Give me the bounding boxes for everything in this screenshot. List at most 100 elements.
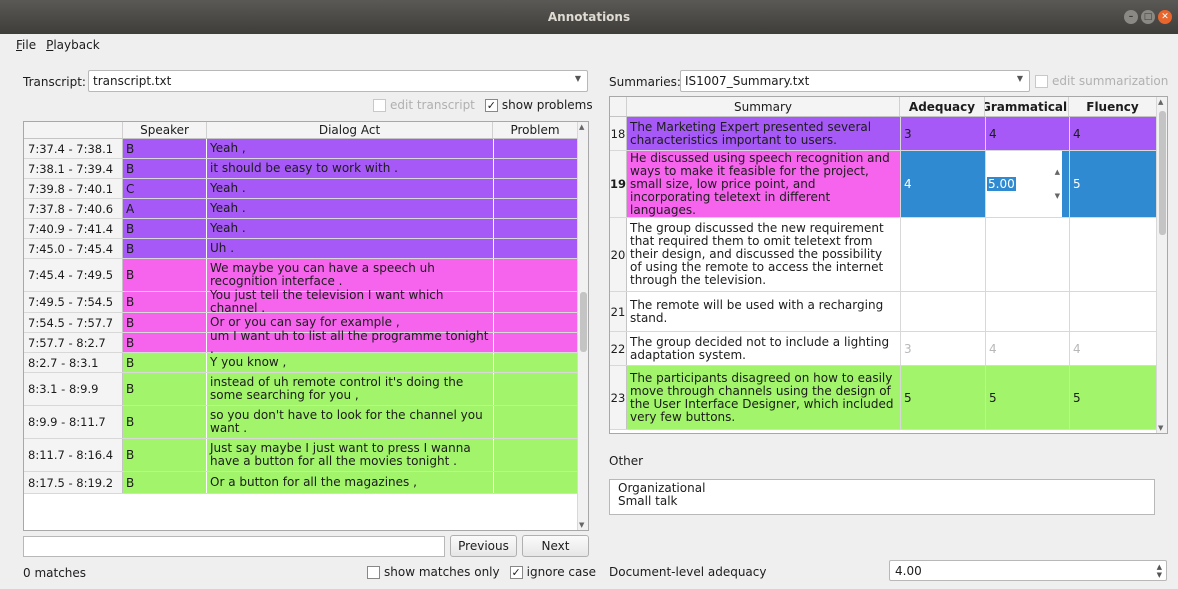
fluency-cell[interactable]: 4 (1069, 332, 1157, 365)
speaker-cell[interactable]: B (123, 292, 207, 312)
fluency-cell[interactable] (1069, 218, 1157, 291)
table-row[interactable]: 7:39.8 - 7:40.1 C Yeah . (24, 179, 578, 199)
other-textbox[interactable]: Organizational Small talk (609, 479, 1155, 515)
table-row[interactable]: 7:57.7 - 8:2.7 Bum I want uh to list all … (24, 329, 578, 355)
problem-cell[interactable] (493, 313, 578, 332)
speaker-cell[interactable]: B (123, 139, 207, 158)
dialog-act-cell[interactable]: Uh . (207, 239, 493, 258)
dialog-act-cell[interactable]: Yeah . (207, 179, 493, 198)
table-row[interactable]: 20 The group discussed the new requiremen… (610, 218, 1157, 292)
dialog-act-cell[interactable]: Yeah . (207, 199, 493, 218)
table-row[interactable]: 7:49.5 - 7:54.5 B You just tell the televi… (24, 289, 578, 315)
problem-cell[interactable] (493, 472, 578, 493)
dialog-act-cell[interactable]: Y you know , (207, 353, 493, 372)
scroll-down-icon[interactable]: ▼ (1158, 424, 1163, 432)
summary-cell[interactable]: The group decided not to include a light… (627, 332, 900, 365)
problem-cell[interactable] (493, 292, 578, 312)
column-header-problem[interactable]: Problem (493, 122, 578, 138)
scroll-up-icon[interactable]: ▲ (1158, 98, 1163, 106)
table-row[interactable]: 7:40.9 - 7:41.4 B Yeah . (24, 219, 578, 239)
column-header-speaker[interactable]: Speaker (123, 122, 207, 138)
grammaticality-cell[interactable]: 5 (985, 366, 1069, 429)
table-row[interactable]: 8:17.5 - 8:19.2 B Or a button for all the … (24, 472, 578, 494)
fluency-cell[interactable]: 5 (1069, 366, 1157, 429)
grammaticality-spin-editor[interactable]: 5.00 ▲ ▼ (986, 151, 1062, 217)
speaker-cell[interactable]: B (123, 373, 207, 405)
scroll-thumb[interactable] (1159, 111, 1166, 235)
spin-arrows-icon[interactable]: ▲ ▼ (1055, 168, 1060, 200)
menu-file[interactable]: File (16, 38, 36, 52)
dialog-act-cell[interactable]: so you don't have to look for the channe… (207, 406, 493, 438)
dialog-act-cell[interactable]: Yeah , (207, 139, 493, 158)
table-row[interactable]: 21 The remote will be used with a recharg… (610, 292, 1157, 332)
speaker-cell[interactable]: B (123, 159, 207, 178)
problem-cell[interactable] (493, 439, 578, 471)
summary-cell[interactable]: The group discussed the new requirement … (627, 218, 900, 291)
speaker-cell[interactable]: B (123, 313, 207, 332)
table-row[interactable]: 22 The group decided not to include a lig… (610, 332, 1157, 366)
dialog-act-cell[interactable]: Just say maybe I just want to press I wa… (207, 439, 493, 471)
scroll-thumb[interactable] (580, 292, 587, 352)
problem-cell[interactable] (493, 406, 578, 438)
summary-cell[interactable]: The Marketing Expert presented several c… (627, 117, 900, 150)
problem-cell[interactable] (493, 159, 578, 178)
summaries-table[interactable]: Summary Adequacy Grammaticality Fluency … (609, 96, 1168, 434)
speaker-cell[interactable]: B (123, 239, 207, 258)
speaker-cell[interactable]: B (123, 333, 207, 352)
show-problems-checkbox[interactable]: ✓ show problems (484, 98, 593, 112)
edit-transcript-checkbox[interactable]: edit transcript (373, 98, 475, 112)
adequacy-cell[interactable] (900, 292, 985, 331)
summaries-scrollbar[interactable]: ▲ ▼ (1156, 97, 1167, 433)
grammaticality-cell[interactable]: 4 (985, 117, 1069, 150)
maximize-icon[interactable]: □ (1141, 10, 1155, 24)
dialog-act-cell[interactable]: Or a button for all the magazines , (207, 472, 493, 493)
column-header-dialog-act[interactable]: Dialog Act (207, 122, 493, 138)
problem-cell[interactable] (493, 139, 578, 158)
adequacy-cell[interactable] (900, 218, 985, 291)
table-row[interactable]: 18 The Marketing Expert presented several… (610, 117, 1157, 151)
adequacy-cell[interactable]: 5 (900, 366, 985, 429)
scroll-down-icon[interactable]: ▼ (579, 521, 584, 529)
next-button[interactable]: Next (522, 535, 589, 557)
summary-cell[interactable]: He discussed using speech recognition an… (627, 151, 900, 217)
dialog-act-cell[interactable]: Yeah . (207, 219, 493, 238)
table-row[interactable]: 8:3.1 - 8:9.9 Binstead of uh remote contr… (24, 373, 578, 406)
dialog-act-cell[interactable]: um I want uh to list all the programme t… (207, 329, 493, 355)
fluency-cell[interactable]: 4 (1069, 117, 1157, 150)
edit-summarization-checkbox[interactable]: edit summarization (1035, 74, 1168, 88)
problem-cell[interactable] (493, 239, 578, 258)
adequacy-cell[interactable]: 3 (900, 117, 985, 150)
problem-cell[interactable] (493, 353, 578, 372)
column-header-fluency[interactable]: Fluency (1069, 97, 1157, 116)
ignore-case-checkbox[interactable]: ✓ ignore case (509, 565, 596, 579)
speaker-cell[interactable]: A (123, 199, 207, 218)
speaker-cell[interactable]: B (123, 219, 207, 238)
show-matches-only-checkbox[interactable]: show matches only (367, 565, 500, 579)
problem-cell[interactable] (493, 373, 578, 405)
grammaticality-cell[interactable] (985, 218, 1069, 291)
speaker-cell[interactable]: B (123, 353, 207, 372)
table-row[interactable]: 8:2.7 - 8:3.1 B Y you know , (24, 353, 578, 373)
column-header-adequacy[interactable]: Adequacy (900, 97, 985, 116)
adequacy-cell[interactable]: 3 (900, 332, 985, 365)
dialog-act-cell[interactable]: You just tell the television I want whic… (207, 289, 493, 315)
problem-cell[interactable] (493, 219, 578, 238)
column-header-summary[interactable]: Summary (627, 97, 900, 116)
fluency-cell[interactable]: 5 (1069, 151, 1157, 217)
transcript-combo[interactable]: transcript.txt ▼ (88, 70, 588, 92)
column-header-grammaticality[interactable]: Grammaticality (985, 97, 1069, 116)
grammaticality-cell[interactable]: 4 (985, 332, 1069, 365)
table-row[interactable]: 8:11.7 - 8:16.4 B Just say maybe I just wa… (24, 439, 578, 472)
fluency-cell[interactable] (1069, 292, 1157, 331)
speaker-cell[interactable]: B (123, 439, 207, 471)
previous-button[interactable]: Previous (450, 535, 517, 557)
summary-cell[interactable]: The remote will be used with a rechargin… (627, 292, 900, 331)
grammaticality-cell[interactable] (985, 292, 1069, 331)
transcript-table[interactable]: Speaker Dialog Act Problem 7:37.4 - 7:38… (23, 121, 589, 531)
problem-cell[interactable] (493, 333, 578, 352)
summaries-combo[interactable]: IS1007_Summary.txt ▼ (680, 70, 1030, 92)
dialog-act-cell[interactable]: it should be easy to work with . (207, 159, 493, 178)
speaker-cell[interactable]: C (123, 179, 207, 198)
menu-playback[interactable]: Playback (46, 38, 100, 52)
spin-arrows-icon[interactable]: ▲ ▼ (1157, 563, 1162, 579)
